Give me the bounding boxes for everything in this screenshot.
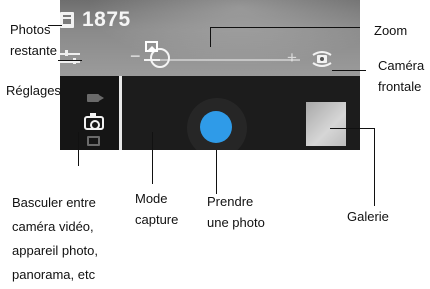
label-front-camera-line1: Caméra <box>378 58 425 73</box>
label-capture-mode-line2: capture <box>135 212 179 227</box>
label-take-photo-line2: une photo <box>207 215 265 230</box>
shutter-button[interactable] <box>200 111 232 143</box>
photo-count-icon <box>60 12 74 28</box>
label-switch-mode: Basculer entre caméra vidéo, appareil ph… <box>12 191 98 287</box>
label-settings: Réglages <box>6 83 61 98</box>
label-switch-mode-line3: appareil photo, <box>12 243 99 258</box>
video-camera-icon[interactable] <box>87 94 99 102</box>
label-photos-left-line2: restante <box>10 43 57 58</box>
label-take-photo-line1: Prendre <box>207 194 254 209</box>
sliders-icon[interactable] <box>60 50 80 66</box>
leader-line-gallery-drop <box>374 128 375 206</box>
plus-icon[interactable]: + <box>287 49 297 66</box>
camera-icon[interactable] <box>84 113 104 130</box>
leader-line-take-photo <box>216 150 217 194</box>
label-front-camera: Caméra frontale <box>378 55 424 97</box>
label-switch-mode-line4: panorama, etc <box>12 267 96 282</box>
leader-line-settings <box>58 60 82 61</box>
mode-switcher-divider <box>119 76 122 150</box>
leader-line-zoom <box>210 27 360 28</box>
label-photos-left: Photos restante <box>10 19 57 61</box>
leader-line-switch-mode <box>78 132 79 166</box>
leader-line-zoom-drop <box>210 27 211 47</box>
leader-line-front-camera <box>332 70 366 71</box>
label-capture-mode: Mode capture <box>135 188 178 230</box>
label-switch-mode-line2: caméra vidéo, <box>12 219 94 234</box>
photos-remaining-count: 1875 <box>82 8 131 31</box>
mode-switcher <box>60 76 119 150</box>
gallery-thumbnail[interactable] <box>306 102 346 146</box>
leader-line-capture-mode <box>152 132 153 184</box>
label-front-camera-line2: frontale <box>378 79 422 94</box>
camera-screenshot: 1875 − + <box>60 0 360 150</box>
label-capture-mode-line1: Mode <box>135 191 168 206</box>
label-photos-left-line1: Photos <box>10 22 51 37</box>
minus-icon[interactable]: − <box>130 47 141 65</box>
label-take-photo: Prendre une photo <box>207 191 265 233</box>
label-switch-mode-line1: Basculer entre <box>12 195 96 210</box>
leader-line-gallery <box>330 128 374 129</box>
image-icon[interactable] <box>145 41 158 52</box>
label-zoom: Zoom <box>374 23 408 38</box>
switch-camera-icon[interactable] <box>310 49 334 69</box>
label-gallery: Galerie <box>347 209 389 224</box>
panorama-icon[interactable] <box>87 136 100 146</box>
